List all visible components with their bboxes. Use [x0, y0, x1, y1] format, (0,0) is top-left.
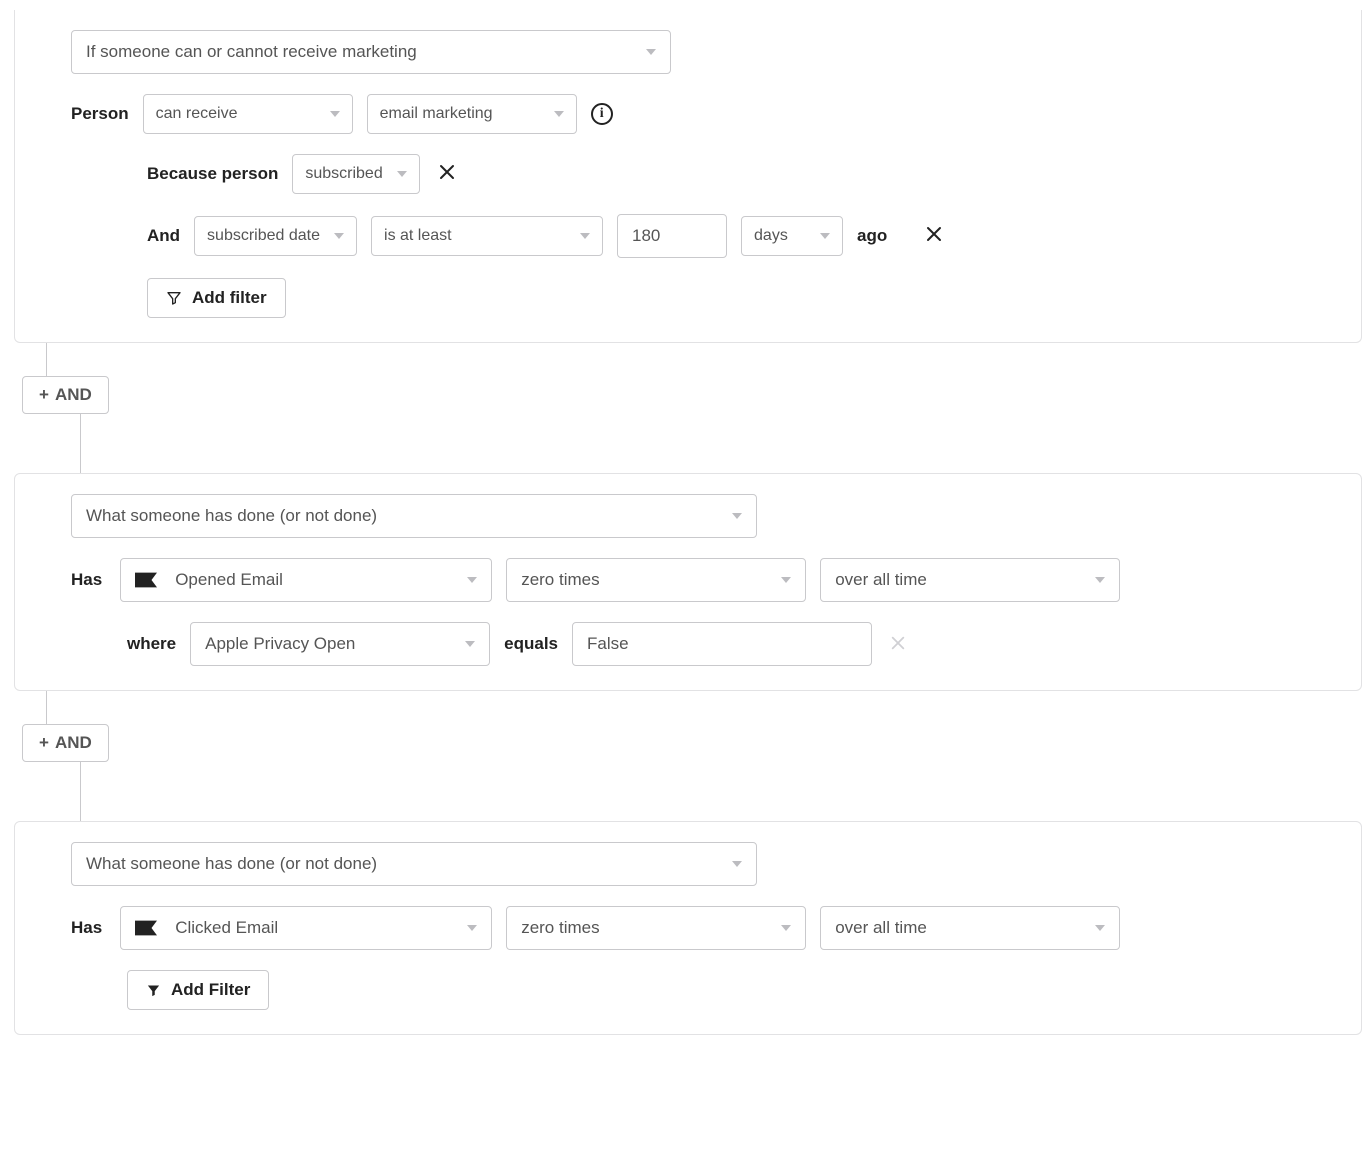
- chevron-down-icon: [820, 233, 830, 239]
- and-connector-button[interactable]: + AND: [22, 724, 109, 762]
- chevron-down-icon: [465, 641, 475, 647]
- connector-1: + AND: [0, 343, 1362, 473]
- condition-block-3: What someone has done (or not done) Has …: [14, 821, 1362, 1035]
- remove-where-button[interactable]: [886, 631, 910, 657]
- because-select[interactable]: subscribed: [292, 154, 419, 194]
- count-value: zero times: [521, 570, 767, 590]
- flag-icon: [135, 920, 157, 936]
- chevron-down-icon: [467, 925, 477, 931]
- channel-value: email marketing: [380, 105, 540, 123]
- condition-type-select[interactable]: What someone has done (or not done): [71, 842, 757, 886]
- add-filter-label: Add filter: [192, 288, 267, 308]
- chevron-down-icon: [334, 233, 344, 239]
- count-select[interactable]: zero times: [506, 558, 806, 602]
- count-select[interactable]: zero times: [506, 906, 806, 950]
- chevron-down-icon: [397, 171, 407, 177]
- add-filter-button[interactable]: Add Filter: [127, 970, 269, 1010]
- condition-block-2: What someone has done (or not done) Has …: [14, 473, 1362, 691]
- metric-select[interactable]: Clicked Email: [120, 906, 492, 950]
- date-field-value: subscribed date: [207, 227, 320, 245]
- because-value: subscribed: [305, 165, 382, 183]
- funnel-icon: [166, 290, 182, 306]
- chevron-down-icon: [330, 111, 340, 117]
- chevron-down-icon: [781, 577, 791, 583]
- date-op-select[interactable]: is at least: [371, 216, 603, 256]
- chevron-down-icon: [732, 861, 742, 867]
- plus-icon: +: [39, 733, 49, 753]
- timeframe-select[interactable]: over all time: [820, 558, 1120, 602]
- where-value-input[interactable]: [572, 622, 872, 666]
- metric-value: Clicked Email: [175, 918, 278, 938]
- where-field-select[interactable]: Apple Privacy Open: [190, 622, 490, 666]
- and-connector-button[interactable]: + AND: [22, 376, 109, 414]
- chevron-down-icon: [580, 233, 590, 239]
- date-unit-select[interactable]: days: [741, 216, 843, 256]
- remove-because-button[interactable]: [434, 161, 460, 187]
- where-op-label: equals: [504, 634, 558, 654]
- flag-icon: [135, 572, 157, 588]
- metric-select[interactable]: Opened Email: [120, 558, 492, 602]
- and-connector-label: AND: [55, 385, 92, 405]
- chevron-down-icon: [554, 111, 564, 117]
- add-filter-button[interactable]: Add filter: [147, 278, 286, 318]
- channel-select[interactable]: email marketing: [367, 94, 577, 134]
- condition-type-select[interactable]: If someone can or cannot receive marketi…: [71, 30, 671, 74]
- and-label: And: [147, 226, 180, 246]
- connector-2: + AND: [0, 691, 1362, 821]
- and-connector-label: AND: [55, 733, 92, 753]
- chevron-down-icon: [732, 513, 742, 519]
- timeframe-value: over all time: [835, 918, 1081, 938]
- chevron-down-icon: [646, 49, 656, 55]
- plus-icon: +: [39, 385, 49, 405]
- where-label: where: [127, 634, 176, 654]
- because-label: Because person: [147, 164, 278, 184]
- date-op-value: is at least: [384, 227, 566, 245]
- condition-type-select[interactable]: What someone has done (or not done): [71, 494, 757, 538]
- can-receive-value: can receive: [156, 105, 316, 123]
- date-unit-value: days: [754, 227, 806, 245]
- count-value: zero times: [521, 918, 767, 938]
- funnel-solid-icon: [146, 983, 161, 998]
- chevron-down-icon: [1095, 925, 1105, 931]
- condition-type-label: What someone has done (or not done): [86, 854, 718, 874]
- info-icon[interactable]: i: [591, 103, 613, 125]
- date-field-select[interactable]: subscribed date: [194, 216, 357, 256]
- add-filter-label: Add Filter: [171, 980, 250, 1000]
- date-value-input[interactable]: [617, 214, 727, 258]
- condition-type-label: If someone can or cannot receive marketi…: [86, 42, 632, 62]
- has-label: Has: [71, 918, 102, 938]
- condition-type-label: What someone has done (or not done): [86, 506, 718, 526]
- timeframe-select[interactable]: over all time: [820, 906, 1120, 950]
- ago-label: ago: [857, 226, 887, 246]
- metric-value: Opened Email: [175, 570, 283, 590]
- can-receive-select[interactable]: can receive: [143, 94, 353, 134]
- where-field-value: Apple Privacy Open: [205, 634, 451, 654]
- chevron-down-icon: [467, 577, 477, 583]
- chevron-down-icon: [781, 925, 791, 931]
- timeframe-value: over all time: [835, 570, 1081, 590]
- has-label: Has: [71, 570, 102, 590]
- chevron-down-icon: [1095, 577, 1105, 583]
- person-label: Person: [71, 104, 129, 124]
- remove-date-button[interactable]: [921, 223, 947, 249]
- condition-block-1: If someone can or cannot receive marketi…: [14, 10, 1362, 343]
